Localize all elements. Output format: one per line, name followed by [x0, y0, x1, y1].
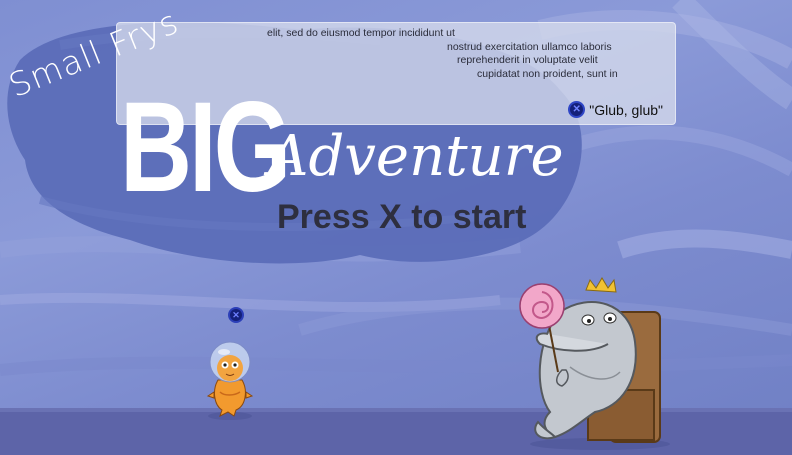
title-adventure: Adventure: [268, 124, 564, 189]
dialog-choice-label: "Glub, glub": [589, 101, 663, 118]
dialog-line: reprehenderit in voluptate velit: [457, 54, 598, 66]
dialog-line: nostrud exercitation ullamco laboris: [447, 40, 612, 53]
game-scene: elit, sed do eiusmod tempor incididunt u…: [0, 0, 792, 455]
x-button-icon: ✕: [228, 307, 244, 323]
floor: [0, 412, 792, 455]
small-fry-fish-character: [206, 341, 254, 420]
whale-king-character: [519, 277, 670, 450]
press-x-prompt: Press X to start: [277, 198, 527, 236]
title-big: BIG: [120, 76, 291, 219]
dialog-line: elit, sed do eiusmod tempor incididunt u…: [267, 27, 455, 39]
dialog-choice-glub[interactable]: ✕ "Glub, glub": [568, 101, 663, 118]
x-button-icon: ✕: [568, 101, 586, 118]
dialog-text: elit, sed do eiusmod tempor incididunt u…: [127, 27, 667, 81]
